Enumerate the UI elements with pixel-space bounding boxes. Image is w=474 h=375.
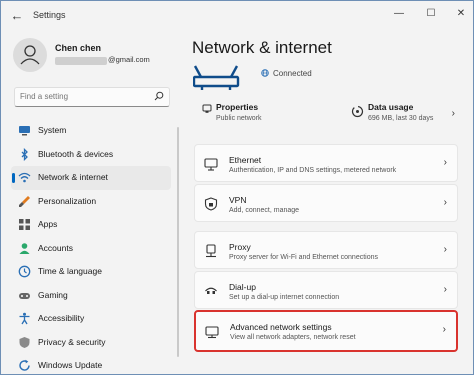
globe-clock-icon <box>18 265 31 278</box>
sidebar-scrollbar[interactable] <box>177 127 179 357</box>
sidebar-item-network[interactable]: Network & internet <box>11 166 171 190</box>
router-icon <box>193 65 240 90</box>
avatar[interactable] <box>13 38 47 72</box>
sidebar-item-accounts[interactable]: Accounts <box>11 237 171 261</box>
search-input[interactable] <box>20 90 150 103</box>
dialup-icon <box>205 287 217 294</box>
sidebar-item-label: Apps <box>38 219 58 229</box>
card-subtitle: Proxy server for Wi-Fi and Ethernet conn… <box>229 254 379 261</box>
sidebar-item-label: Accounts <box>38 242 73 253</box>
sidebar-item-label: Privacy & security <box>38 336 106 347</box>
card-subtitle: Add, connect, manage <box>229 207 300 214</box>
data-usage-title: Data usage <box>368 102 414 112</box>
dialup-card[interactable]: Dial-up Set up a dial-up internet connec… <box>194 271 458 309</box>
chevron-right-icon: › <box>451 108 455 119</box>
accessibility-icon <box>19 312 30 325</box>
card-title: Ethernet <box>229 155 262 165</box>
sidebar-item-label: Windows Update <box>38 360 103 370</box>
maximize-button[interactable]: ☐ <box>420 5 442 23</box>
page-title: Network & internet <box>192 38 332 57</box>
search-icon[interactable] <box>154 91 164 101</box>
card-subtitle: Set up a dial-up internet connection <box>229 294 340 301</box>
card-subtitle: Authentication, IP and DNS settings, met… <box>229 167 397 174</box>
user-email: @gmail.com <box>108 55 150 64</box>
minimize-button[interactable]: — <box>388 5 410 23</box>
vpn-shield-icon <box>204 197 218 211</box>
sidebar-item-label: Accessibility <box>38 313 85 323</box>
sidebar-item-label: Network & internet <box>38 172 108 182</box>
card-title: Proxy <box>229 242 251 252</box>
proxy-icon <box>206 244 216 258</box>
gamepad-icon <box>19 292 30 299</box>
data-usage-subtitle: 696 MB, last 30 days <box>368 115 434 122</box>
sidebar-item-system[interactable]: System <box>11 119 171 143</box>
sidebar-item-gaming[interactable]: Gaming <box>11 284 171 308</box>
person-icon <box>19 242 30 254</box>
data-usage-link[interactable]: Data usage 696 MB, last 30 days › <box>349 102 459 128</box>
sidebar-item-label: System <box>38 125 67 135</box>
properties-subtitle: Public network <box>216 115 262 122</box>
active-indicator <box>12 173 15 183</box>
settings-window: ← Settings — ☐ ✕ Chen chen @gmail.com Sy… <box>0 0 474 375</box>
sidebar-item-label: Time & language <box>38 266 102 276</box>
chevron-right-icon: › <box>443 284 447 295</box>
sidebar-item-personalization[interactable]: Personalization <box>11 190 171 214</box>
proxy-card[interactable]: Proxy Proxy server for Wi-Fi and Etherne… <box>194 231 458 269</box>
search-box[interactable] <box>14 87 170 107</box>
card-title: VPN <box>229 195 247 205</box>
properties-title: Properties <box>216 102 259 112</box>
title-bar: ← Settings — ☐ ✕ <box>1 1 473 31</box>
email-redaction <box>55 57 107 65</box>
sidebar-item-label: Bluetooth & devices <box>38 148 114 159</box>
data-usage-icon <box>351 105 364 118</box>
connection-status: Connected <box>261 69 312 78</box>
update-icon <box>19 359 30 371</box>
apps-icon <box>19 219 30 230</box>
connection-status-text: Connected <box>273 69 312 78</box>
sidebar-item-windows-update[interactable]: Windows Update <box>11 354 171 374</box>
sidebar-item-time-language[interactable]: Time & language <box>11 260 171 284</box>
app-title: Settings <box>33 10 66 20</box>
ethernet-icon <box>204 158 218 171</box>
user-profile[interactable]: Chen chen @gmail.com <box>13 38 173 78</box>
card-title: Dial-up <box>229 282 256 292</box>
back-button[interactable]: ← <box>7 7 27 25</box>
person-icon <box>20 45 40 65</box>
sidebar-item-apps[interactable]: Apps <box>11 213 171 237</box>
wifi-icon <box>18 172 31 183</box>
sidebar-item-label: Gaming <box>38 289 68 300</box>
user-name: Chen chen <box>55 43 102 53</box>
chevron-right-icon: › <box>443 157 447 168</box>
sidebar-nav: System Bluetooth & devices Network & int… <box>11 119 171 374</box>
sidebar-item-bluetooth[interactable]: Bluetooth & devices <box>11 143 171 167</box>
shield-icon <box>19 336 30 348</box>
bluetooth-icon <box>21 147 28 161</box>
close-button[interactable]: ✕ <box>450 5 472 23</box>
vpn-card[interactable]: VPN Add, connect, manage › <box>194 184 458 222</box>
globe-icon <box>261 69 269 77</box>
sidebar-item-label: Personalization <box>38 195 97 206</box>
chevron-right-icon: › <box>443 244 447 255</box>
chevron-right-icon: › <box>443 197 447 208</box>
card-title: Advanced network settings <box>230 322 332 332</box>
sidebar-item-accessibility[interactable]: Accessibility <box>11 307 171 331</box>
brush-icon <box>19 195 30 207</box>
info-icon <box>202 104 212 113</box>
sidebar-item-privacy-security[interactable]: Privacy & security <box>11 331 171 355</box>
chevron-right-icon: › <box>442 324 446 335</box>
advanced-network-icon <box>205 326 219 339</box>
advanced-network-settings-card[interactable]: Advanced network settings View all netwo… <box>194 310 458 352</box>
card-subtitle: View all network adapters, network reset <box>230 334 356 341</box>
ethernet-card[interactable]: Ethernet Authentication, IP and DNS sett… <box>194 144 458 182</box>
system-icon <box>19 126 30 136</box>
